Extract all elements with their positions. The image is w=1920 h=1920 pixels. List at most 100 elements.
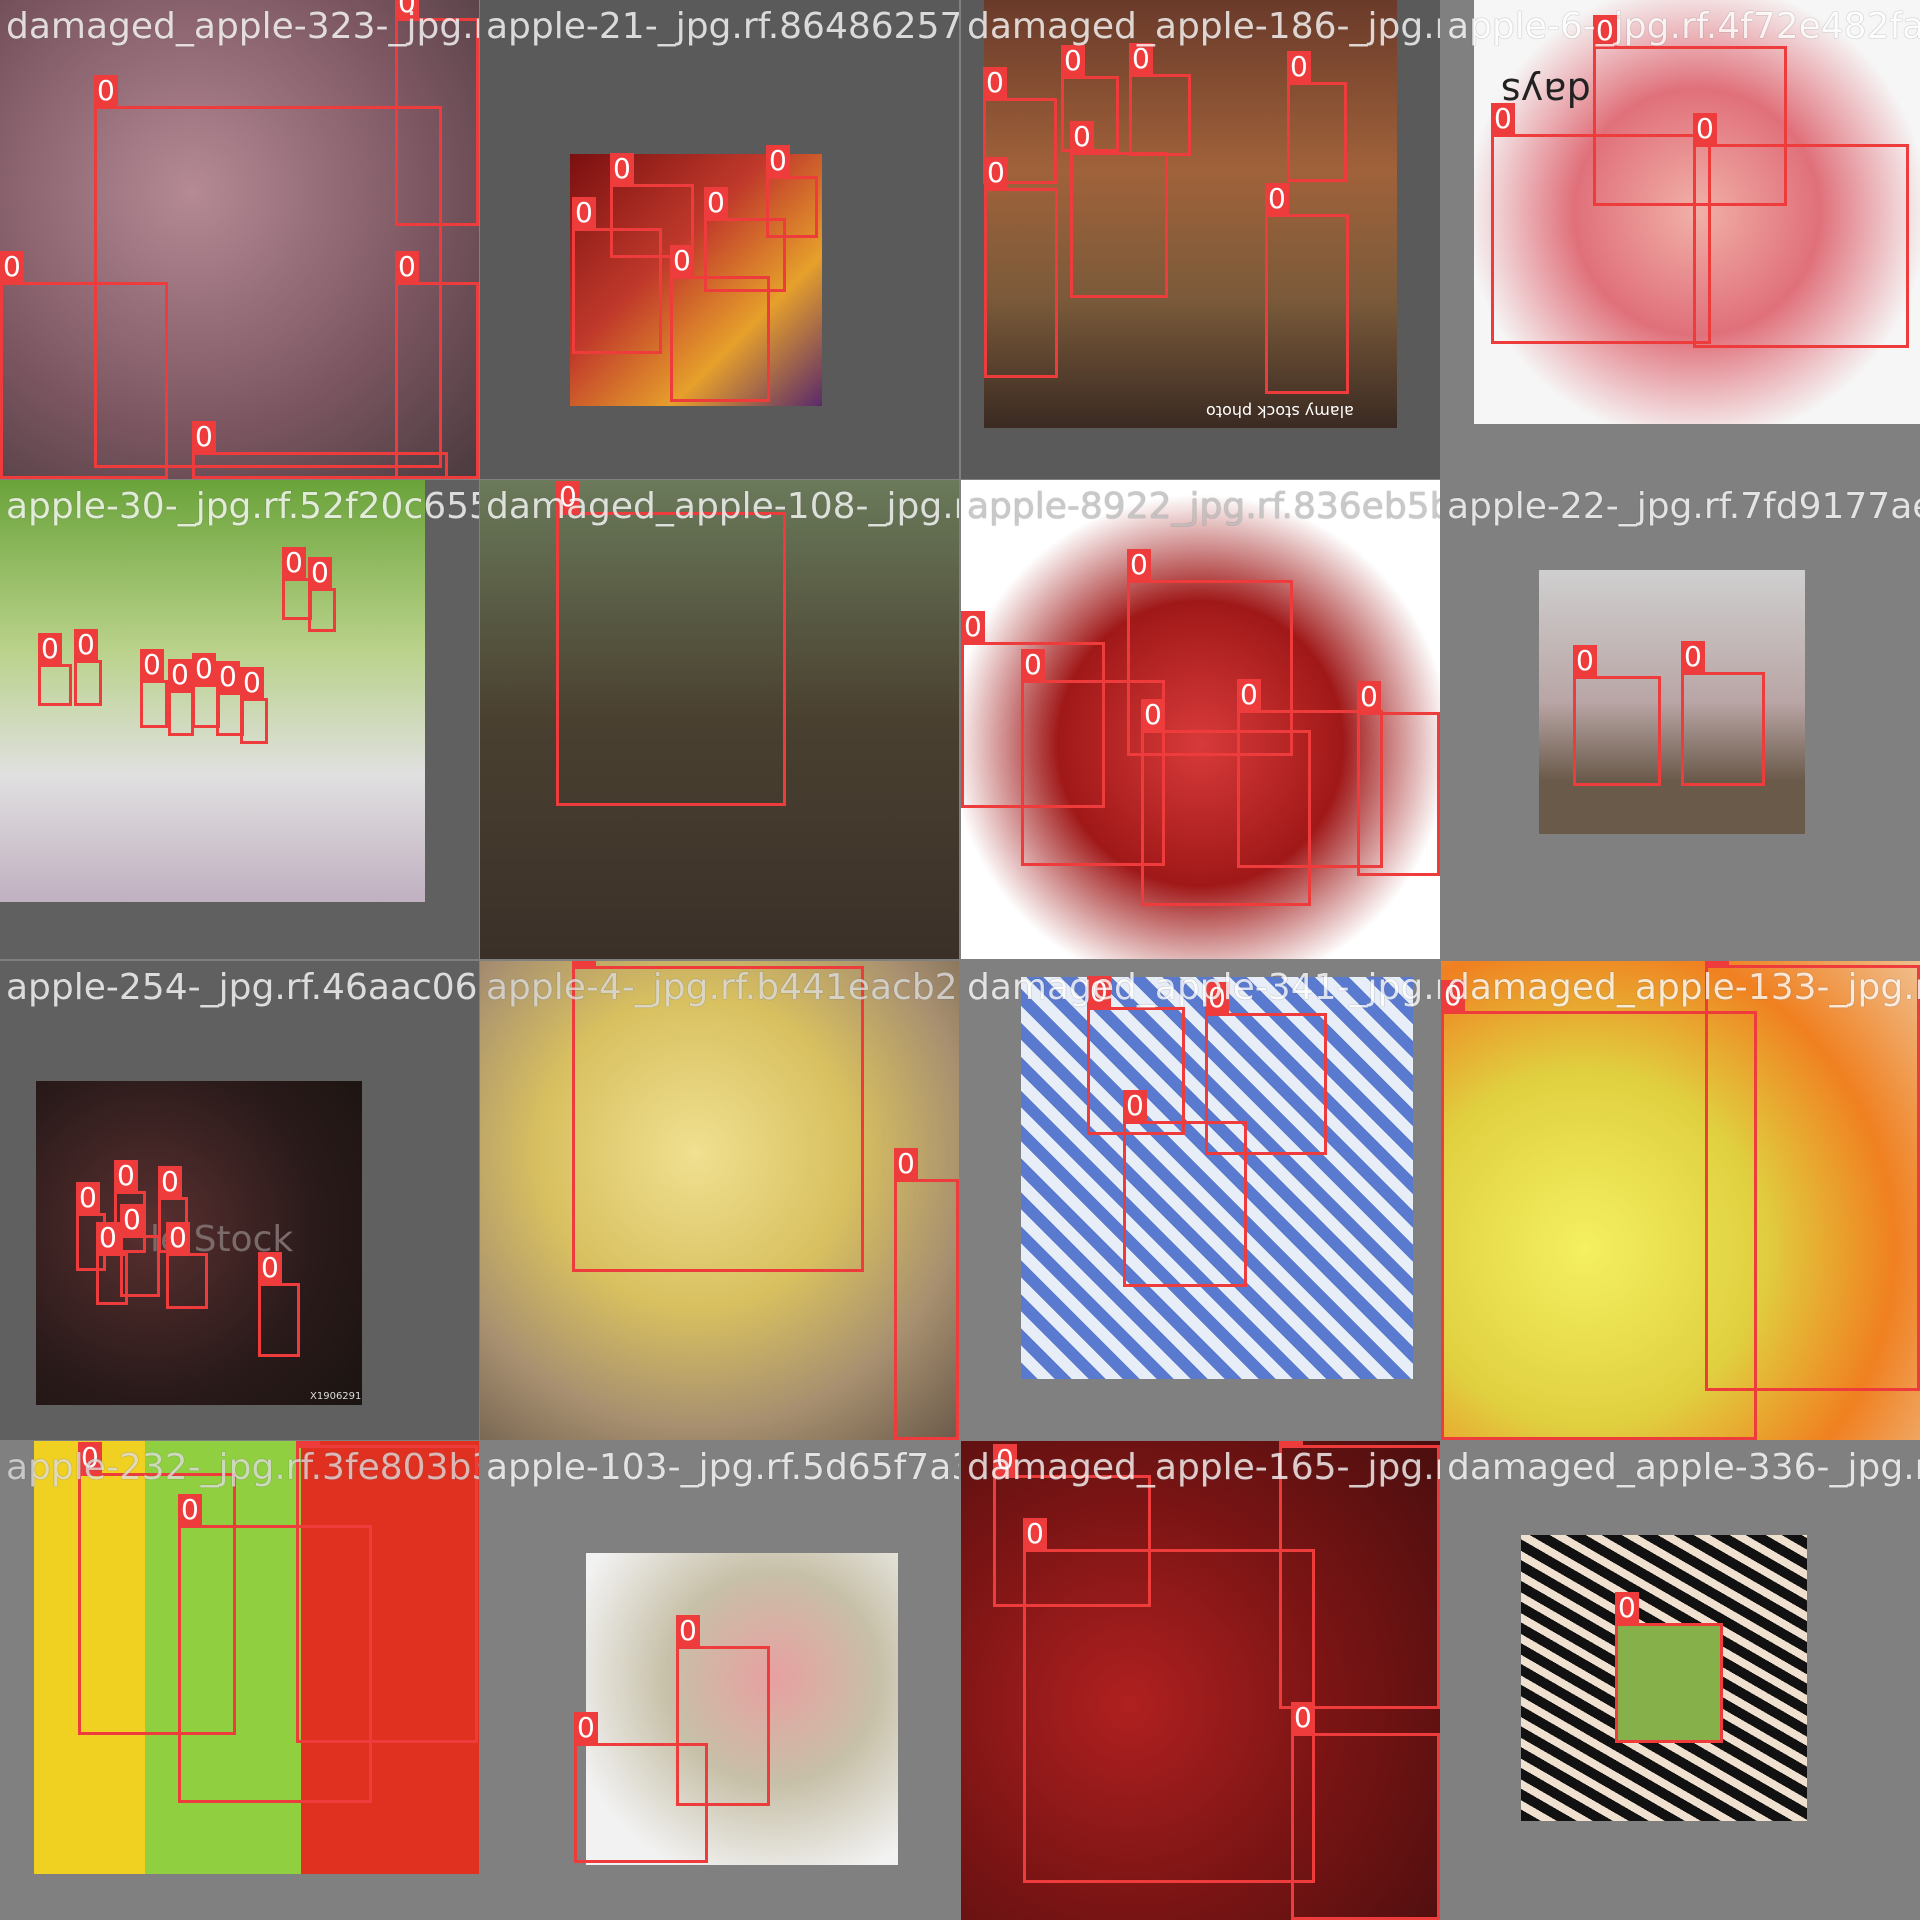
detection-box[interactable]: 0 [670,245,770,402]
tile-1[interactable]: 0 0 0 0 0 damaged_apple-323-_jpg.rf.a6e9… [0,0,479,479]
detection-box[interactable]: 0 [1265,183,1349,394]
detection-box[interactable]: 0 [258,1252,300,1357]
class-label: 0 [120,1204,144,1236]
tile-6[interactable]: 0 damaged_apple-108-_jpg.rf.1d5be48922j1… [480,480,959,959]
class-label: 0 [574,1712,598,1744]
class-label: 0 [1141,699,1165,731]
class-label: 0 [0,251,24,283]
detection-box[interactable]: 0 [168,659,194,736]
tile-8[interactable]: 0 0 apple-22-_jpg.rf.7fd9177ae9 [1441,480,1920,959]
class-label: 0 [1129,43,1153,75]
class-label: 0 [670,245,694,277]
detection-box[interactable]: 0 [766,145,818,238]
tile-9[interactable]: le Stock X1906291 0 0 0 0 0 0 0 apple-25… [0,961,479,1440]
image-filename: apple-30-_jpg.rf.52f20c6556fdamaged_appl… [6,486,479,527]
class-label: 0 [572,197,596,229]
class-label: 0 [1265,183,1289,215]
detection-box[interactable]: 0 [556,481,786,806]
detection-box[interactable]: 0 [1681,641,1765,786]
detection-box[interactable]: 0 [1615,1592,1723,1743]
tile-7[interactable]: 0 0 0 0 0 0 apple-8922_jpg.rf.836eb5ba43… [961,480,1440,959]
class-label: 0 [1061,45,1085,77]
detection-box[interactable]: 0 [574,1712,708,1863]
class-label: 0 [984,157,1008,189]
class-label: 0 [158,1166,182,1198]
detection-box[interactable]: 0 [74,629,102,706]
class-label: 0 [240,667,264,699]
detection-box[interactable]: 0 [1491,103,1711,344]
image-filename: damaged_apple-186-_jpg.rf.ac9a4f72e482fa… [967,6,1440,47]
class-label: 0 [983,67,1007,99]
class-label: 0 [894,1148,918,1180]
image-filename: damaged_apple-341-_jpg.rf.a282219d55 [967,967,1440,1008]
detection-box[interactable]: 0 [1129,43,1191,156]
detection-mosaic: 0 0 0 0 0 damaged_apple-323-_jpg.rf.a6e9… [0,0,1920,1920]
class-label: 0 [610,153,634,185]
tile-13[interactable]: 0 0 0 apple-232-_jpg.rf.3fe803b31afd5f01… [0,1441,479,1920]
class-label: 0 [395,251,419,283]
detection-box[interactable]: 0 [1070,121,1168,298]
class-label: 0 [1705,961,1729,966]
tile-11[interactable]: 0 0 0 damaged_apple-341-_jpg.rf.a282219d… [961,961,1440,1440]
image-filename: apple-103-_jpg.rf.5d65f7a3 [486,1447,959,1488]
detection-box[interactable]: 0 [38,633,72,706]
detection-box[interactable]: 0 [395,251,479,479]
photo-id: X1906291 [310,1391,362,1402]
detection-box[interactable]: 0 [1291,1702,1440,1920]
image-filename: apple-22-_jpg.rf.7fd9177ae9 [1447,486,1920,527]
class-label: 0 [1287,51,1311,83]
detection-box[interactable]: 0 [296,1441,478,1743]
detection-box[interactable]: 0 [1573,645,1661,786]
detection-box[interactable]: 0 [140,649,168,728]
tile-10[interactable]: 0 0 apple-4-_jpg.rf.b441eacb2b6c90c-341-… [480,961,959,1440]
tile-5[interactable]: 0 0 0 0 0 0 0 0 0 apple-30-_jpg.rf.52f20… [0,480,479,959]
image-filename: apple-4-_jpg.rf.b441eacb2b6c90c-341-_jpg… [486,967,959,1008]
detection-box[interactable]: 0 [0,251,168,479]
detection-box[interactable]: 0 [1023,1518,1315,1883]
class-label: 0 [1357,681,1381,713]
detection-box[interactable]: 0 [192,421,448,479]
image-filename: apple-8922_jpg.rf.836eb5ba4390ef22e37951 [967,486,1440,527]
tile-16[interactable]: 0 damaged_apple-336-_jpg.rf. [1441,1441,1920,1920]
tile-14[interactable]: 0 0 apple-103-_jpg.rf.5d65f7a3 [480,1441,959,1920]
class-label: 0 [258,1252,282,1284]
class-label: 0 [1573,645,1597,677]
detection-box[interactable]: 0 [1287,51,1347,182]
detection-box[interactable]: 0 [166,1222,208,1309]
class-label: 0 [1291,1702,1315,1734]
class-label: 0 [282,547,306,579]
class-label: 0 [94,75,118,107]
class-label: 0 [961,611,985,643]
class-label: 0 [38,633,62,665]
class-label: 0 [168,659,192,691]
tile-15[interactable]: 0 0 0 0 damaged_apple-165-_jpg.rf. [961,1441,1440,1920]
detection-box[interactable]: 0 [395,0,479,226]
detection-box[interactable]: 0 [1705,961,1920,1391]
tile-4[interactable]: days 0 0 0 apple-6-_jpg.rf.4f72e482fa3dc… [1441,0,1920,479]
class-label: 0 [1127,549,1151,581]
detection-box[interactable]: 0 [96,1222,128,1305]
class-label: 0 [308,557,332,589]
tile-2[interactable]: 0 0 0 0 0 apple-21-_jpg.rf.86486257dc824… [480,0,959,479]
class-label: 0 [1279,1441,1303,1446]
image-filename: damaged_apple-165-_jpg.rf. [967,1447,1440,1488]
detection-box[interactable]: 0 [1693,113,1909,348]
tile-12[interactable]: 0 0 damaged_apple-133-_jpg.rf. [1441,961,1920,1440]
image-filename: damaged_apple-108-_jpg.rf.1d5be48922j142… [486,486,959,527]
image-filename: damaged_apple-336-_jpg.rf. [1447,1447,1920,1488]
class-label: 0 [1123,1090,1147,1122]
detection-box[interactable]: 0 [240,667,268,744]
class-label: 0 [1681,641,1705,673]
image-filename: apple-21-_jpg.rf.86486257dc824d1c3e5e53-… [486,6,959,47]
detection-box[interactable]: 0 [984,157,1058,378]
class-label: 0 [1021,649,1045,681]
detection-box[interactable]: 0 [1123,1090,1247,1287]
class-label: 0 [76,1182,100,1214]
class-label: 0 [178,1494,202,1526]
detection-box[interactable]: 0 [894,1148,959,1440]
tile-3[interactable]: alamy stock photo 0 0 0 0 0 0 0 damaged_… [961,0,1440,479]
photo-credit: alamy stock photo [1206,402,1354,421]
detection-box[interactable]: 0 [1357,681,1440,876]
detection-box[interactable]: 0 [308,557,336,632]
detection-box[interactable]: 0 [572,961,864,1272]
